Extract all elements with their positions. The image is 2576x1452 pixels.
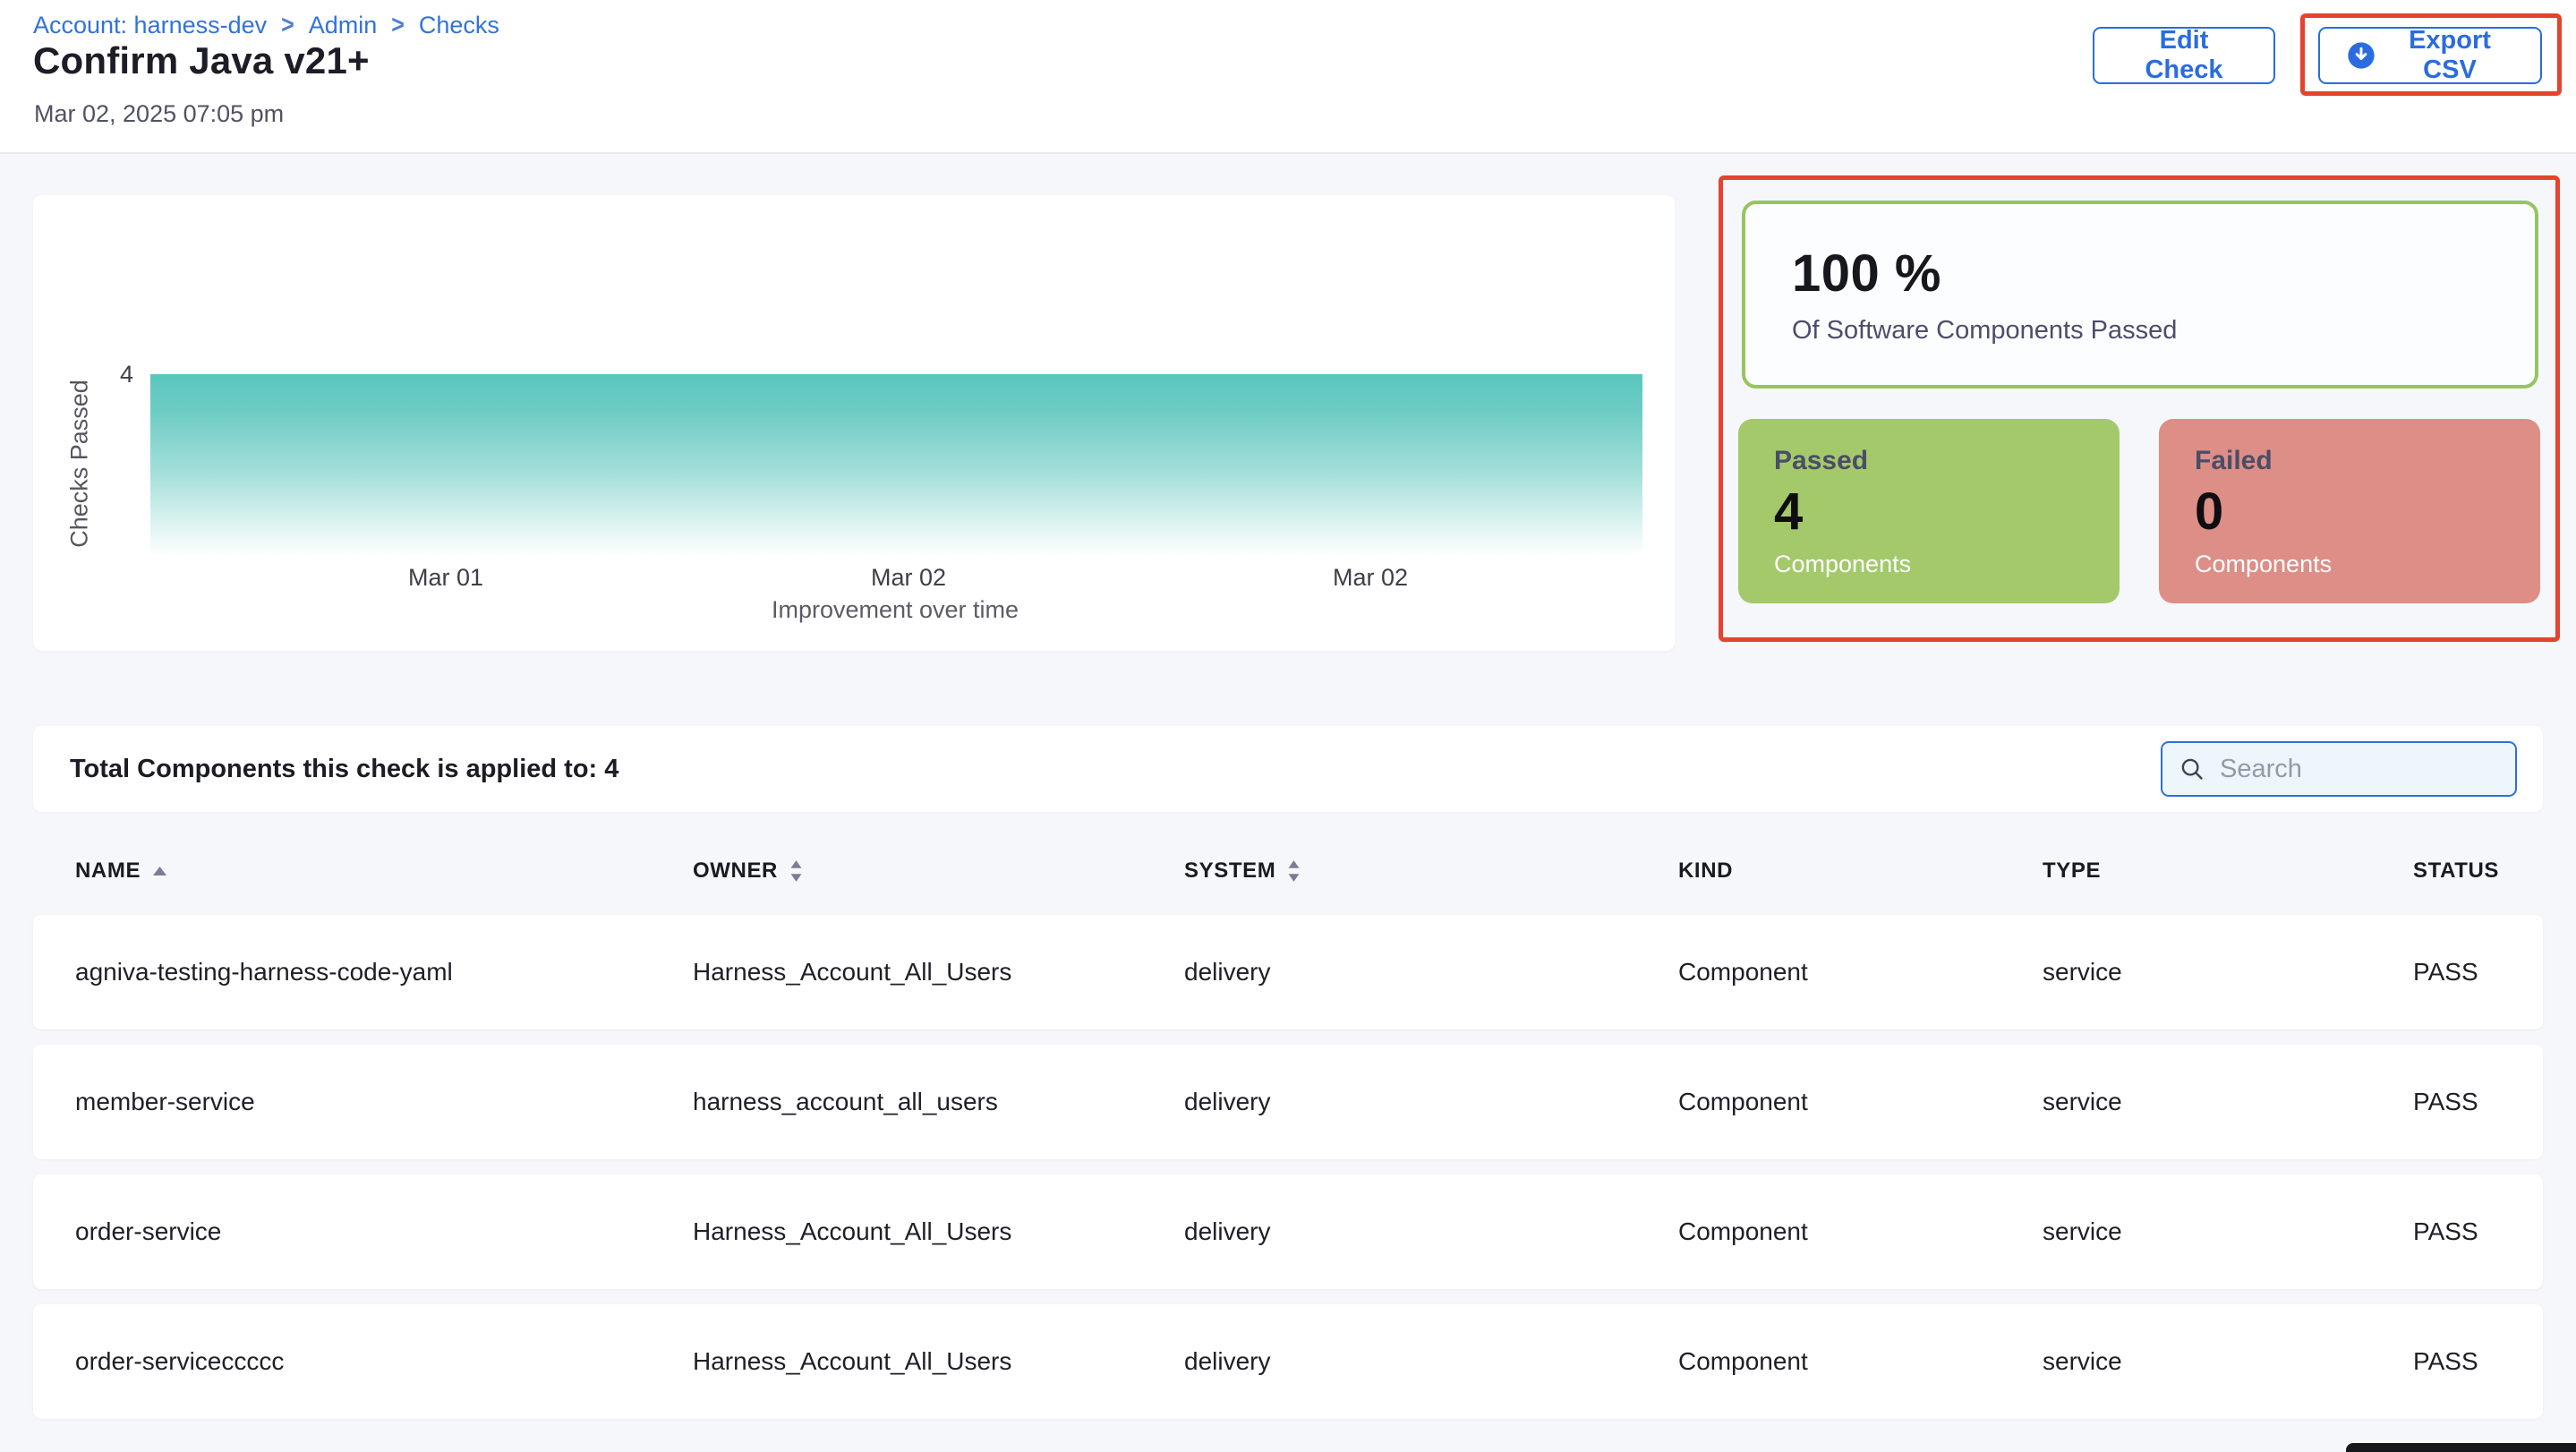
passed-label: Passed [1774, 446, 2120, 476]
cell-kind: Component [1678, 1347, 2043, 1376]
download-circle-icon [2347, 41, 2376, 70]
breadcrumb: Account: harness-dev > Admin > Checks [33, 12, 499, 39]
cell-kind: Component [1678, 1217, 2043, 1246]
passed-count: 4 [1774, 482, 2120, 542]
export-csv-button[interactable]: Export CSV [2318, 27, 2542, 84]
chart-x-axis-label: Improvement over time [772, 596, 1019, 624]
table-row[interactable]: agniva-testing-harness-code-yaml Harness… [33, 915, 2543, 1029]
edit-check-button[interactable]: Edit Check [2093, 27, 2275, 84]
breadcrumb-account-link[interactable]: Account: harness-dev [33, 12, 267, 39]
table-row[interactable]: order-serviceccccc Harness_Account_All_U… [33, 1304, 2543, 1419]
page-header: Account: harness-dev > Admin > Checks Co… [0, 0, 2576, 154]
cell-name: agniva-testing-harness-code-yaml [75, 958, 693, 987]
column-header-type: TYPE [2043, 858, 2413, 884]
cell-owner: Harness_Account_All_Users [693, 958, 1184, 987]
column-header-type-label: TYPE [2043, 858, 2101, 884]
cell-type: service [2043, 958, 2413, 987]
passed-unit: Components [1774, 551, 2120, 578]
chart-y-tick: 4 [103, 361, 133, 389]
total-components-text: Total Components this check is applied t… [70, 755, 618, 784]
magnifier-icon [2179, 756, 2205, 782]
percent-passed-caption: Of Software Components Passed [1792, 316, 2535, 346]
chart-x-tick: Mar 02 [1333, 564, 1408, 592]
failed-count: 0 [2195, 482, 2540, 542]
edit-check-label: Edit Check [2121, 26, 2247, 85]
column-header-owner[interactable]: OWNER [693, 858, 1184, 884]
cell-owner: Harness_Account_All_Users [693, 1217, 1184, 1246]
failed-label: Failed [2195, 446, 2540, 476]
checks-detail-page: Account: harness-dev > Admin > Checks Co… [0, 0, 2576, 1452]
failed-unit: Components [2195, 551, 2540, 578]
cell-type: service [2043, 1347, 2413, 1376]
chevron-right-icon: > [281, 11, 294, 40]
table-row[interactable]: member-service harness_account_all_users… [33, 1045, 2543, 1159]
cell-name: member-service [75, 1088, 693, 1116]
cell-name: order-service [75, 1217, 693, 1246]
cell-status: PASS [2413, 1088, 2543, 1116]
cell-system: delivery [1184, 1347, 1678, 1376]
chart-y-axis-label: Checks Passed [66, 380, 94, 548]
page-title: Confirm Java v21+ [33, 39, 370, 82]
caret-up-icon [153, 867, 166, 875]
cell-owner: Harness_Account_All_Users [693, 1347, 1184, 1376]
percent-passed-card: 100 % Of Software Components Passed [1742, 201, 2538, 389]
cell-system: delivery [1184, 1217, 1678, 1246]
cell-kind: Component [1678, 1088, 2043, 1116]
chart-x-tick: Mar 02 [871, 564, 946, 592]
column-header-system-label: SYSTEM [1184, 858, 1275, 884]
column-header-name[interactable]: NAME [75, 858, 693, 884]
total-components-bar: Total Components this check is applied t… [33, 726, 2543, 812]
breadcrumb-admin-link[interactable]: Admin [309, 12, 378, 39]
caret-updown-icon [790, 860, 802, 882]
cell-type: service [2043, 1217, 2413, 1246]
column-header-system[interactable]: SYSTEM [1184, 858, 1678, 884]
column-header-kind-label: KIND [1678, 858, 1733, 884]
column-header-status-label: STATUS [2413, 858, 2499, 884]
search-input[interactable] [2218, 754, 2499, 785]
column-header-owner-label: OWNER [693, 858, 778, 884]
cell-status: PASS [2413, 958, 2543, 987]
table-row[interactable]: order-service Harness_Account_All_Users … [33, 1174, 2543, 1289]
cell-kind: Component [1678, 958, 2043, 987]
search-box[interactable] [2161, 741, 2517, 797]
chart-area-series [150, 374, 1642, 557]
passed-stat-card: Passed 4 Components [1738, 419, 2120, 603]
cell-owner: harness_account_all_users [693, 1088, 1184, 1116]
percent-passed-value: 100 % [1792, 243, 2535, 303]
failed-stat-card: Failed 0 Components [2159, 419, 2540, 603]
caret-updown-icon [1288, 860, 1300, 882]
cell-system: delivery [1184, 958, 1678, 987]
column-header-kind: KIND [1678, 858, 2043, 884]
cell-status: PASS [2413, 1347, 2543, 1376]
cell-name: order-serviceccccc [75, 1347, 693, 1376]
export-csv-label: Export CSV [2386, 26, 2513, 85]
chart-x-tick: Mar 01 [408, 564, 483, 592]
check-timestamp: Mar 02, 2025 07:05 pm [34, 100, 284, 128]
column-header-name-label: NAME [75, 858, 141, 884]
breadcrumb-checks-link[interactable]: Checks [419, 12, 499, 39]
cell-system: delivery [1184, 1088, 1678, 1116]
column-header-status: STATUS [2413, 858, 2543, 884]
bottom-right-overlay [2346, 1443, 2576, 1452]
cell-type: service [2043, 1088, 2413, 1116]
checks-passed-chart: Checks Passed 4 Mar 01 Mar 02 Mar 02 Imp… [33, 195, 1675, 651]
table-header-row: NAME OWNER SYSTEM KIND TYPE STATUS [33, 838, 2543, 904]
table-body: agniva-testing-harness-code-yaml Harness… [33, 915, 2543, 1434]
cell-status: PASS [2413, 1217, 2543, 1246]
chevron-right-icon: > [391, 11, 405, 40]
